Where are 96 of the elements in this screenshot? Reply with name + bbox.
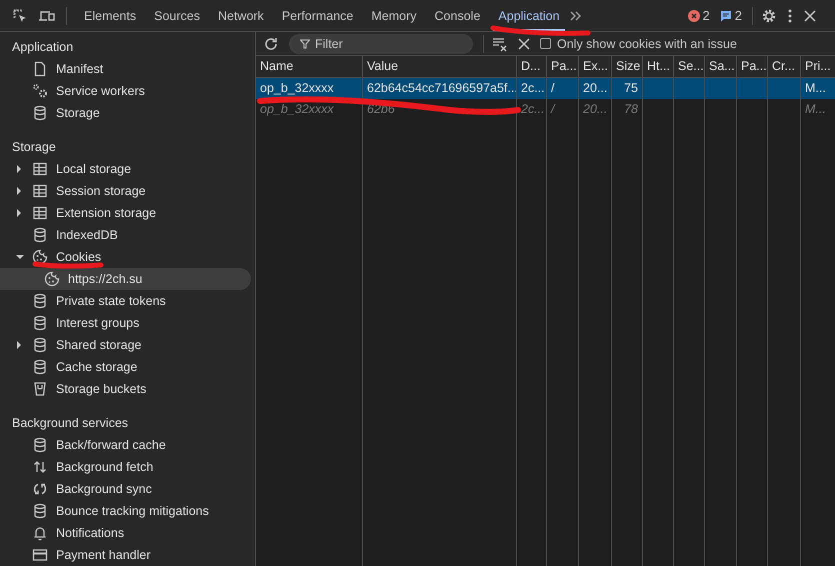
- expand-arrow-icon[interactable]: [16, 209, 22, 217]
- column-header[interactable]: D...: [521, 59, 540, 73]
- panel-tab[interactable]: Sources: [145, 0, 209, 31]
- panel-tab[interactable]: Console: [426, 0, 490, 31]
- filter-field[interactable]: Filter: [289, 34, 473, 54]
- message-icon: [720, 10, 732, 22]
- column-header[interactable]: Cr...: [772, 59, 795, 73]
- sidebar-item[interactable]: Back/forward cache: [0, 434, 251, 456]
- table-cell: op_b_32xxxx: [260, 102, 334, 116]
- sidebar-item[interactable]: Session storage: [0, 180, 251, 202]
- sidebar-item[interactable]: Notifications: [0, 522, 251, 544]
- cookie-icon: [44, 271, 60, 287]
- database-icon: [32, 293, 48, 309]
- database-icon: [32, 227, 48, 243]
- column-header[interactable]: Size: [616, 59, 640, 73]
- database-icon: [32, 315, 48, 331]
- sidebar-item[interactable]: Cookies: [0, 246, 251, 268]
- checkbox[interactable]: [540, 38, 551, 49]
- filter-icon: [300, 38, 310, 48]
- section-heading: Storage: [11, 139, 57, 156]
- sidebar-item[interactable]: Manifest: [0, 58, 251, 80]
- database-icon: [32, 359, 48, 375]
- card-icon: [32, 547, 48, 563]
- panel-tab[interactable]: Application: [489, 0, 569, 31]
- message-count: 2: [734, 8, 742, 23]
- sidebar-item[interactable]: Shared storage: [0, 334, 251, 356]
- close-icon[interactable]: [803, 8, 817, 22]
- column-header[interactable]: Ex...: [583, 59, 608, 73]
- expand-arrow-icon[interactable]: [16, 187, 22, 195]
- column-header[interactable]: Pri...: [805, 59, 831, 73]
- table-cell: 75: [624, 81, 638, 95]
- database-icon: [32, 337, 48, 353]
- collapse-arrow-icon[interactable]: [16, 254, 24, 260]
- table-cell: M...: [805, 81, 826, 95]
- table-cell: op_b_32xxxx: [260, 81, 334, 95]
- table-icon: [32, 205, 48, 221]
- sidebar-item[interactable]: Storage: [0, 102, 251, 124]
- checkbox-label: Only show cookies with an issue: [557, 36, 737, 50]
- sidebar-item[interactable]: Local storage: [0, 158, 251, 180]
- error-icon: [688, 10, 700, 22]
- bell-icon: [32, 525, 48, 541]
- file-icon: [32, 61, 48, 77]
- sidebar-item[interactable]: IndexedDB: [0, 224, 251, 246]
- sidebar-item[interactable]: Payment handler: [0, 544, 251, 566]
- table-cell: /: [551, 81, 554, 95]
- delete-selected-icon[interactable]: [518, 38, 530, 50]
- more-options-icon[interactable]: [787, 8, 793, 24]
- column-header[interactable]: Sa...: [709, 59, 735, 73]
- inspect-icon[interactable]: [12, 8, 28, 24]
- settings-icon[interactable]: [761, 8, 777, 24]
- table-cell: 20...: [583, 81, 608, 95]
- section-heading: Application: [11, 39, 74, 56]
- sidebar-item[interactable]: Extension storage: [0, 202, 251, 224]
- expand-arrow-icon[interactable]: [16, 165, 22, 173]
- database-icon: [32, 503, 48, 519]
- sidebar-item[interactable]: Background sync: [0, 478, 251, 500]
- up-down-arrows-icon: [32, 459, 48, 475]
- annotation-stroke: [32, 262, 104, 268]
- table-cell: 2c...: [521, 81, 545, 95]
- sidebar-item[interactable]: Storage buckets: [0, 378, 251, 400]
- table-cell: /: [551, 102, 554, 116]
- expand-arrow-icon[interactable]: [16, 341, 22, 349]
- table-cell: 78: [624, 102, 638, 116]
- table-cell: M...: [805, 102, 826, 116]
- sidebar-item[interactable]: Interest groups: [0, 312, 251, 334]
- cookie-icon: [32, 249, 48, 265]
- database-icon: [32, 105, 48, 121]
- sidebar-item[interactable]: Service workers: [0, 80, 251, 102]
- bucket-icon: [32, 381, 48, 397]
- table-cell: 20...: [583, 102, 608, 116]
- panel-tab[interactable]: Elements: [75, 0, 146, 31]
- clear-all-icon[interactable]: [492, 36, 508, 52]
- table-icon: [32, 161, 48, 177]
- panel-tab[interactable]: Memory: [362, 0, 426, 31]
- database-icon: [32, 437, 48, 453]
- refresh-icon[interactable]: [263, 36, 279, 52]
- column-header[interactable]: Name: [260, 59, 294, 73]
- column-header[interactable]: Ht...: [647, 59, 670, 73]
- sidebar-item[interactable]: https://2ch.su: [0, 268, 251, 290]
- column-header[interactable]: Value: [367, 59, 398, 73]
- table-icon: [32, 183, 48, 199]
- error-count: 2: [702, 8, 710, 23]
- sidebar-item[interactable]: Private state tokens: [0, 290, 251, 312]
- column-header[interactable]: Pa...: [551, 59, 577, 73]
- column-header[interactable]: Se...: [678, 59, 704, 73]
- gears-icon: [32, 83, 48, 99]
- section-heading: Background services: [11, 415, 130, 432]
- sync-icon: [32, 481, 48, 497]
- sidebar-item[interactable]: Bounce tracking mitigations: [0, 500, 251, 522]
- sidebar-item[interactable]: Cache storage: [0, 356, 251, 378]
- sidebar-item[interactable]: Background fetch: [0, 456, 251, 478]
- more-tabs-icon[interactable]: [568, 10, 583, 22]
- table-cell: 2c...: [521, 102, 545, 116]
- column-header[interactable]: Pa...: [741, 59, 767, 73]
- panel-tab[interactable]: Network: [208, 0, 273, 31]
- panel-tab[interactable]: Performance: [272, 0, 362, 31]
